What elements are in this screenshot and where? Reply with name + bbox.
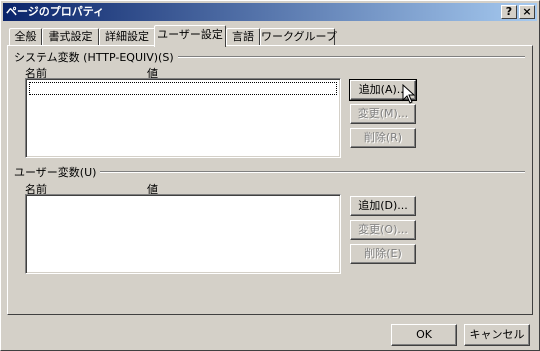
ok-label: OK	[416, 328, 432, 341]
system-vars-group-label: システム変数 (HTTP-EQUIV)(S)	[14, 49, 178, 65]
tab-custom-label: ユーザー設定	[157, 28, 223, 41]
tab-workgroup-label: ワークグループ	[261, 30, 337, 43]
tab-workgroup[interactable]: ワークグループ	[260, 28, 337, 46]
mouse-cursor-icon	[402, 84, 416, 104]
close-icon: ×	[522, 5, 532, 18]
ok-button[interactable]: OK	[391, 324, 457, 346]
tab-language[interactable]: 言語	[226, 28, 260, 46]
user-vars-group-label: ユーザー変数(U)	[14, 164, 101, 180]
tab-language-label: 言語	[232, 30, 254, 43]
help-icon: ?	[505, 5, 513, 18]
title-bar[interactable]: ページのプロパティ ? ×	[3, 3, 537, 21]
tab-formatting[interactable]: 書式設定	[42, 28, 99, 46]
tab-custom[interactable]: ユーザー設定	[154, 25, 226, 47]
help-button[interactable]: ?	[501, 5, 517, 19]
system-vars-divider	[151, 56, 525, 58]
page-properties-dialog: ページのプロパティ ? × 全般 書式設定 詳細設定 ユーザー設定 言語 ワーク…	[0, 0, 540, 351]
tab-panel	[7, 45, 533, 315]
window-title: ページのプロパティ	[6, 5, 105, 18]
tab-general-label: 全般	[14, 30, 37, 43]
tab-advanced-label: 詳細設定	[105, 30, 149, 43]
close-button[interactable]: ×	[519, 5, 535, 19]
tab-general[interactable]: 全般	[9, 28, 42, 46]
cancel-label: キャンセル	[469, 328, 525, 341]
cancel-button[interactable]: キャンセル	[464, 324, 530, 346]
tab-formatting-label: 書式設定	[48, 30, 93, 43]
tab-advanced[interactable]: 詳細設定	[99, 28, 155, 46]
user-vars-divider	[95, 171, 525, 173]
